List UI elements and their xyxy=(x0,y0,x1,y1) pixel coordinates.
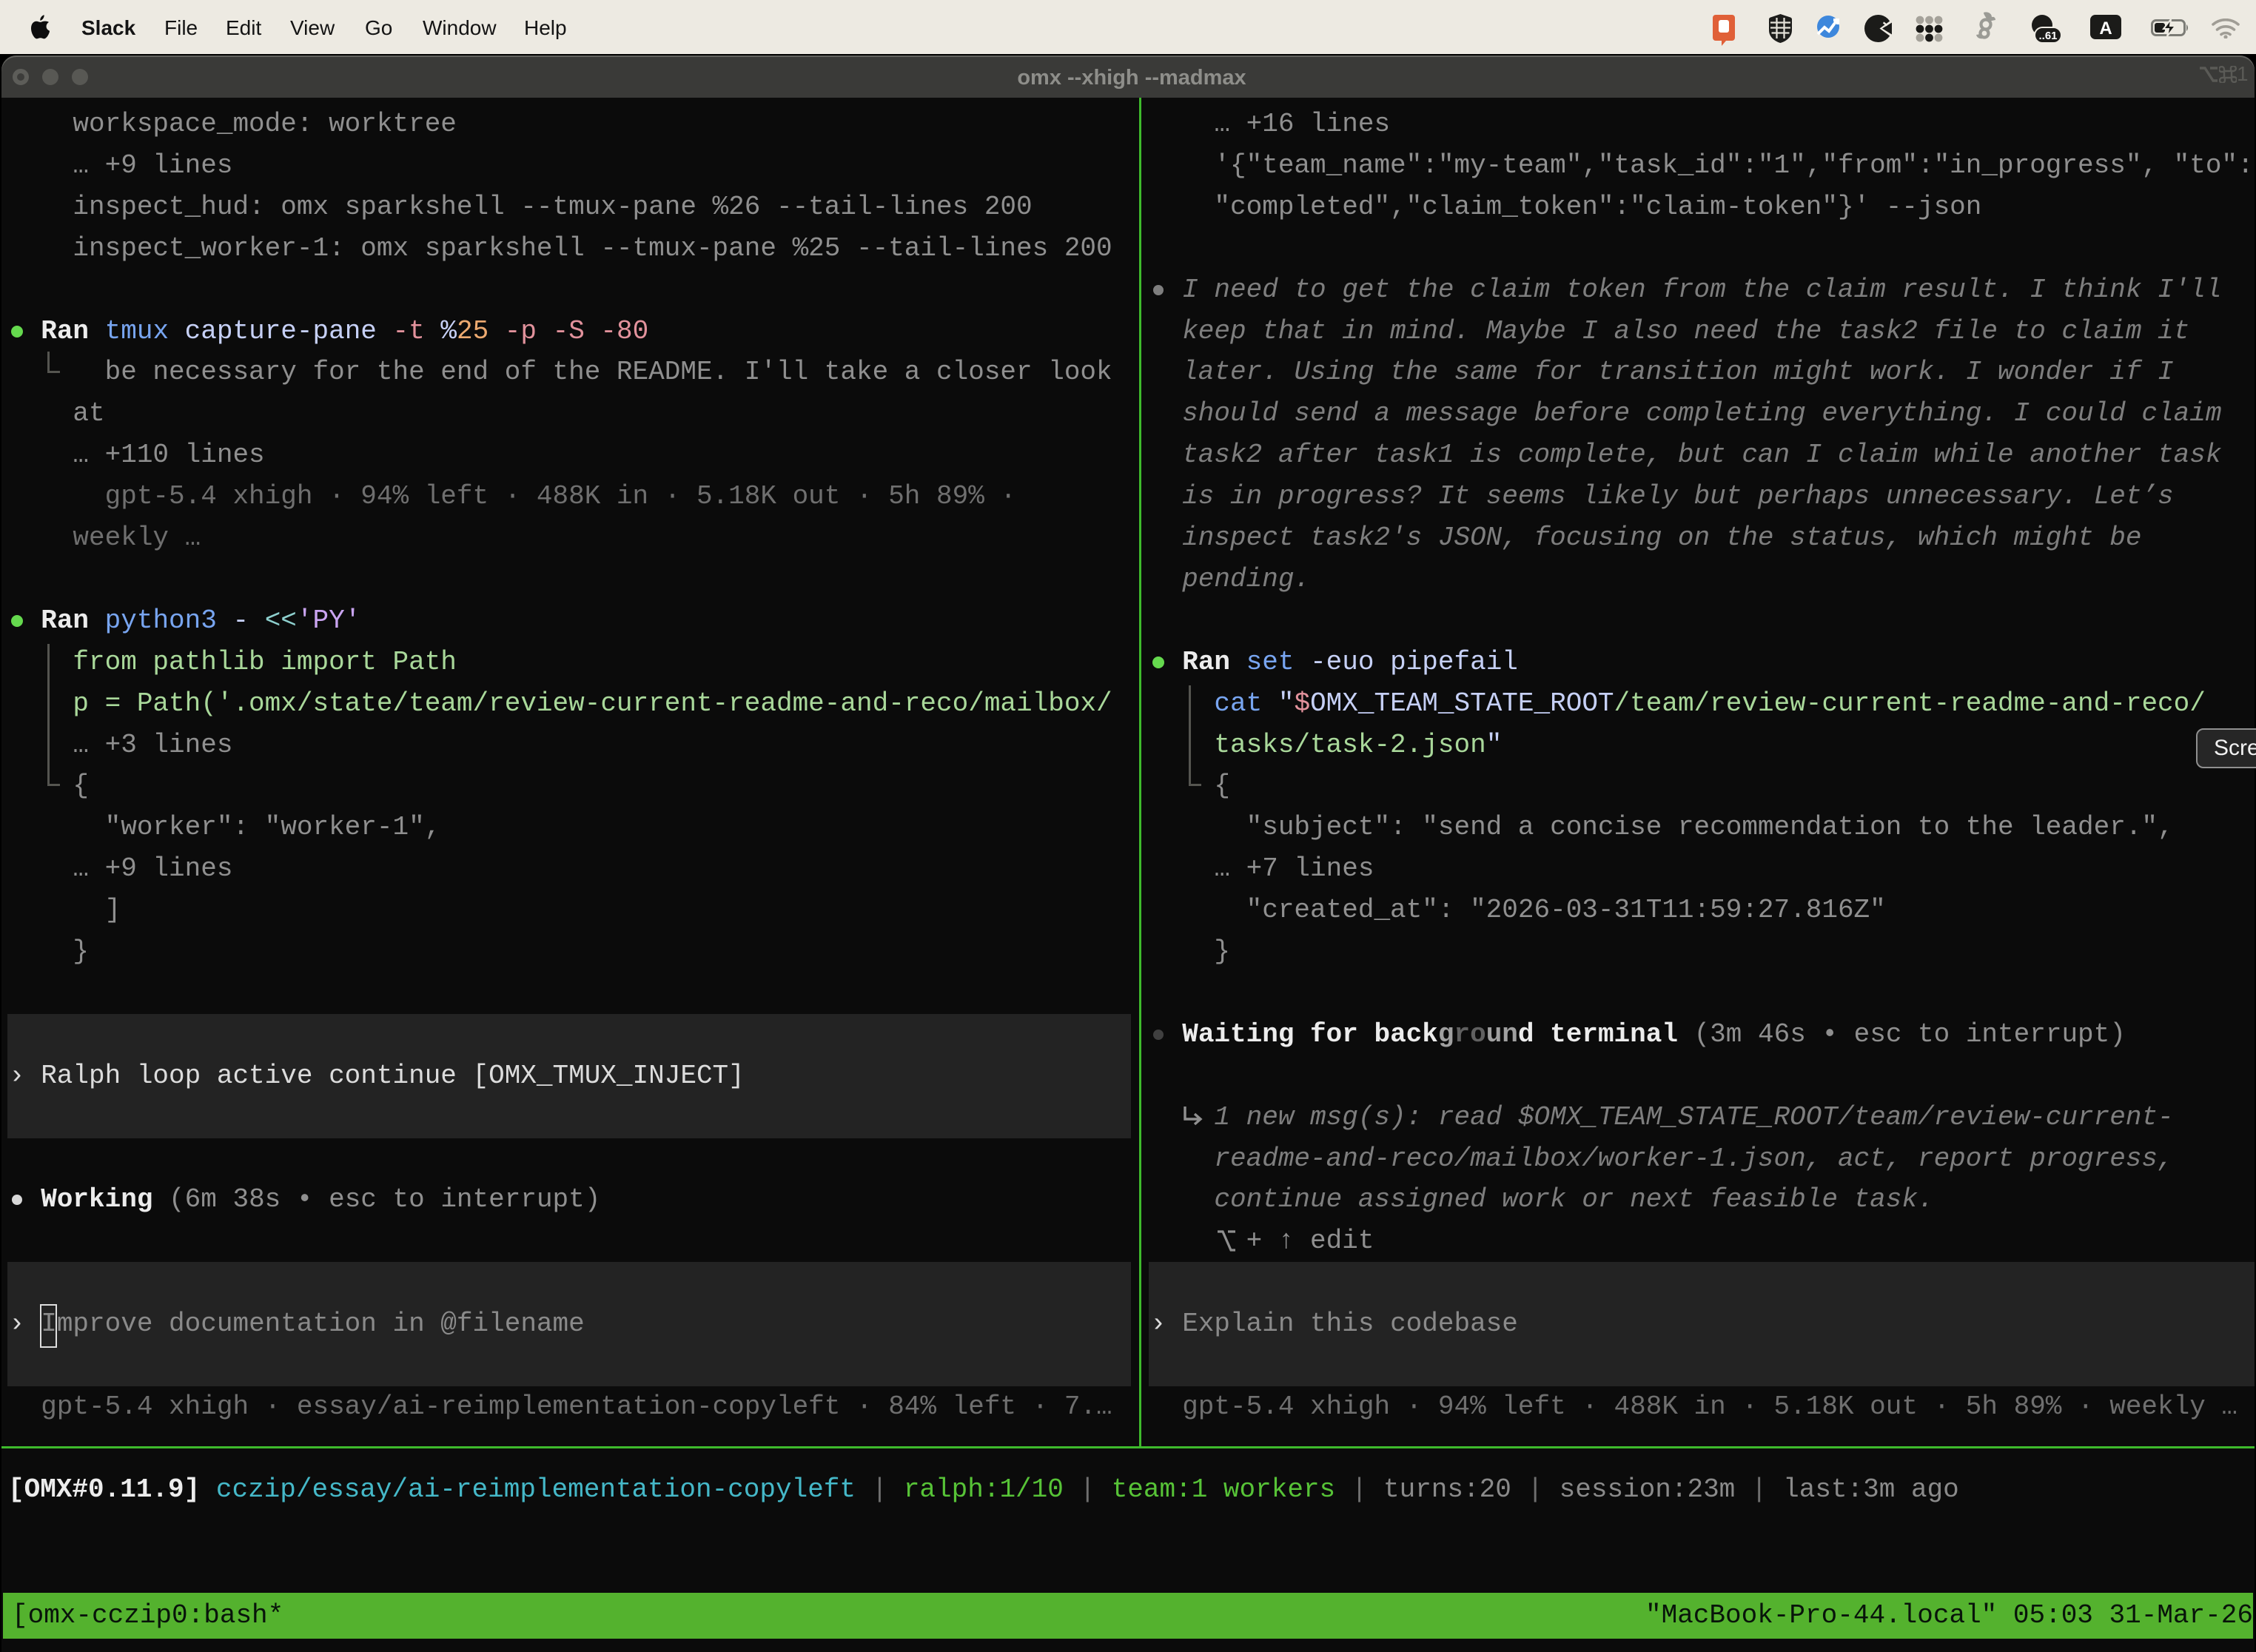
svg-text:A: A xyxy=(2099,19,2112,38)
svg-text:..61: ..61 xyxy=(2038,30,2057,42)
